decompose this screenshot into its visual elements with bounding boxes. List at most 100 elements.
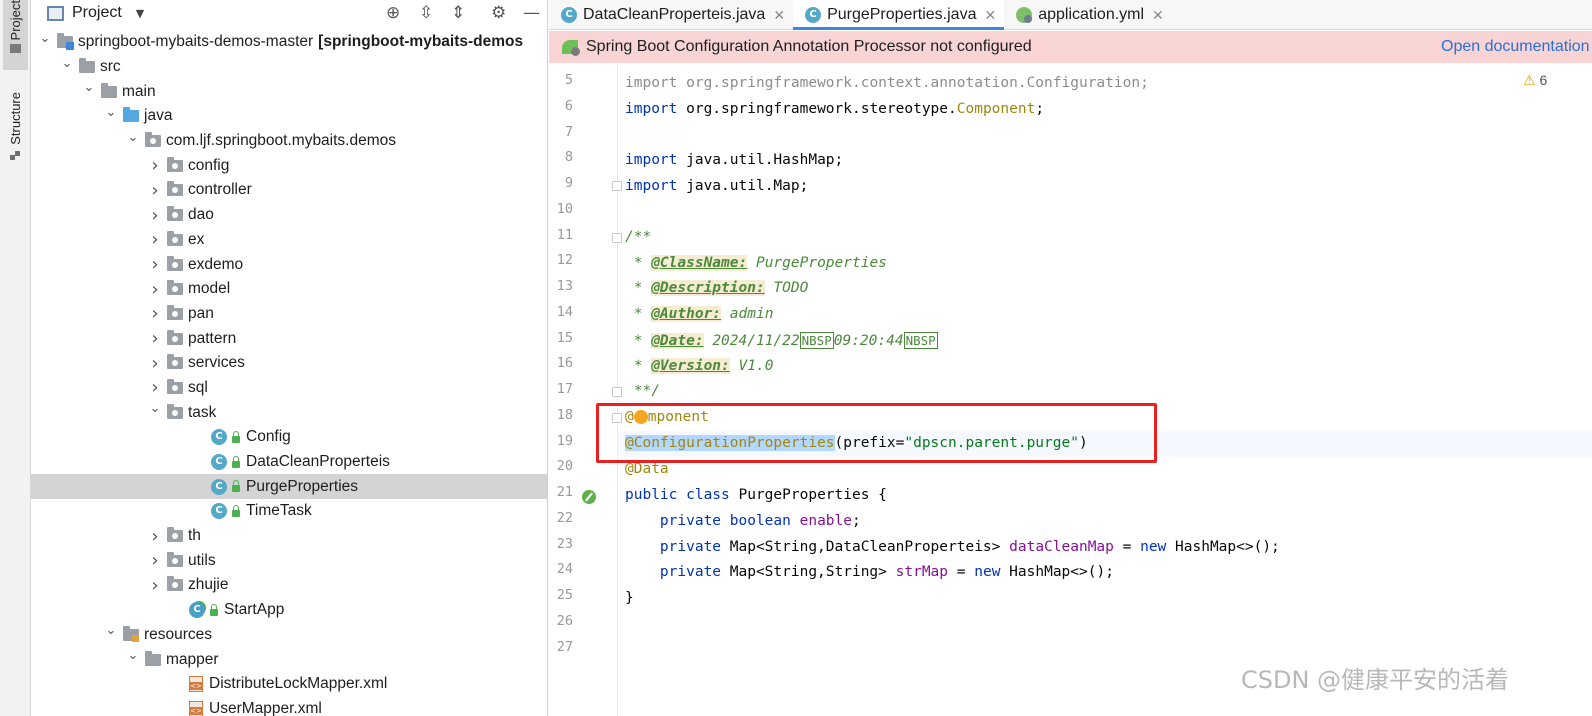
- locate-icon[interactable]: ⊕: [386, 3, 400, 23]
- project-panel-title[interactable]: Project: [72, 4, 122, 22]
- tree-item-label: mapper: [166, 650, 219, 668]
- tree-item[interactable]: › dao: [31, 203, 547, 228]
- line-number: 24: [556, 561, 573, 578]
- package-icon: [145, 132, 161, 148]
- chevron-right-icon[interactable]: ›: [147, 229, 163, 250]
- code-editor[interactable]: import org.springframework.context.annot…: [625, 63, 1585, 716]
- chevron-right-icon[interactable]: ›: [147, 377, 163, 398]
- gear-icon[interactable]: ⚙: [491, 3, 506, 23]
- chevron-right-icon[interactable]: ›: [147, 254, 163, 275]
- chevron-right-icon[interactable]: ›: [147, 155, 163, 176]
- tab-datacleanproperteis[interactable]: C DataCleanProperteis.java ✕: [549, 0, 793, 30]
- tree-item[interactable]: ⌄ resources: [31, 623, 547, 648]
- tree-item[interactable]: C PurgeProperties: [31, 474, 547, 500]
- tree-item-module-name: [springboot-mybaits-demos: [318, 33, 524, 51]
- tree-item[interactable]: › pattern: [31, 326, 547, 351]
- collapse-all-icon[interactable]: ⇕: [451, 3, 465, 23]
- fold-icon[interactable]: [612, 387, 622, 397]
- chevron-right-icon[interactable]: ›: [147, 303, 163, 324]
- chevron-right-icon[interactable]: ›: [147, 205, 163, 226]
- project-tool-tab[interactable]: Project: [3, 0, 28, 70]
- class-icon: C: [211, 429, 227, 446]
- source-folder-icon: [123, 107, 139, 123]
- close-icon[interactable]: ✕: [1152, 7, 1164, 24]
- chevron-down-icon[interactable]: ⌄: [103, 105, 119, 120]
- line-number: 5: [564, 72, 573, 88]
- warning-icon: ⚠: [1523, 72, 1536, 88]
- tab-purgeproperties[interactable]: C PurgeProperties.java ✕: [793, 0, 1005, 30]
- tree-item[interactable]: › ex: [31, 228, 547, 253]
- package-icon: [167, 255, 183, 271]
- chevron-down-icon[interactable]: ⌄: [125, 130, 141, 145]
- tab-application-yml[interactable]: application.yml ✕: [1004, 0, 1172, 30]
- chevron-right-icon[interactable]: ›: [147, 353, 163, 374]
- project-panel: Project ▼ ⊕ ⇳ ⇕ ⚙ — ⌄ springboot-mybaits-…: [31, 0, 548, 716]
- spring-bean-icon[interactable]: [582, 490, 596, 504]
- tab-label: PurgeProperties.java: [827, 6, 977, 23]
- line-number-gutter: 5 6 7 8 9 10 11 12 13 14 15 16 17 18 19 20 21 22 23 24 25 26 2…: [549, 63, 622, 716]
- tree-item[interactable]: ⌄ mapper: [31, 647, 547, 672]
- tree-item[interactable]: C Config: [31, 425, 547, 450]
- tree-item[interactable]: › services: [31, 351, 547, 376]
- package-icon: [167, 304, 183, 320]
- line-number: 20: [556, 458, 573, 475]
- xml-file-icon: [189, 676, 203, 693]
- chevron-down-icon[interactable]: ⌄: [125, 648, 141, 663]
- hide-panel-icon[interactable]: —: [523, 3, 540, 23]
- close-icon[interactable]: ✕: [984, 7, 996, 24]
- tree-item[interactable]: › controller: [31, 178, 547, 203]
- tree-item[interactable]: C DataCleanProperteis: [31, 450, 547, 475]
- tree-item[interactable]: › config: [31, 153, 547, 178]
- folder-icon: [101, 82, 117, 98]
- close-icon[interactable]: ✕: [773, 7, 785, 24]
- line-number: 6: [564, 97, 573, 114]
- fold-icon[interactable]: [612, 232, 622, 243]
- tree-item[interactable]: ⌄ java: [31, 104, 547, 129]
- class-icon: C: [211, 478, 227, 495]
- tree-item[interactable]: ⌄ com.ljf.springboot.mybaits.demos: [31, 129, 547, 154]
- line-number: 22: [556, 509, 573, 526]
- code-line-16: * @Version: V1.0: [625, 358, 774, 374]
- chevron-down-icon[interactable]: ▼: [136, 7, 144, 20]
- chevron-right-icon[interactable]: ›: [147, 328, 163, 349]
- tree-item[interactable]: C TimeTask: [31, 499, 547, 524]
- lock-icon: [232, 430, 240, 443]
- project-view-icon: [47, 5, 64, 21]
- tree-item[interactable]: ⌄ task: [31, 400, 547, 425]
- tree-item-label: controller: [188, 181, 252, 199]
- chevron-right-icon[interactable]: ›: [147, 550, 163, 571]
- chevron-down-icon[interactable]: ⌄: [59, 56, 75, 71]
- package-icon: [167, 280, 183, 296]
- tree-item[interactable]: › th: [31, 524, 547, 549]
- tree-item[interactable]: C StartApp: [31, 598, 547, 623]
- chevron-down-icon[interactable]: ⌄: [147, 401, 163, 416]
- open-documentation-link[interactable]: Open documentation: [1441, 38, 1590, 56]
- chevron-right-icon[interactable]: ›: [147, 180, 163, 201]
- tree-item[interactable]: › exdemo: [31, 252, 547, 277]
- structure-tool-tab[interactable]: Structure: [3, 92, 28, 182]
- chevron-right-icon[interactable]: ›: [147, 575, 163, 596]
- chevron-right-icon[interactable]: ›: [147, 279, 163, 300]
- chevron-down-icon[interactable]: ⌄: [37, 31, 53, 46]
- tree-item[interactable]: ⌄ springboot-mybaits-demos-master [springb…: [31, 30, 547, 55]
- tree-item[interactable]: › utils: [31, 548, 547, 573]
- chevron-down-icon[interactable]: ⌄: [103, 623, 119, 638]
- fold-icon[interactable]: [612, 181, 622, 191]
- tree-item[interactable]: ⌄ main: [31, 79, 547, 104]
- tree-item[interactable]: DistributeLockMapper.xml: [31, 672, 547, 697]
- runnable-class-icon: C: [189, 602, 205, 619]
- tree-item-label: TimeTask: [246, 502, 312, 520]
- expand-all-icon[interactable]: ⇳: [419, 3, 433, 23]
- line-number: 19: [556, 432, 573, 449]
- tree-item[interactable]: › model: [31, 277, 547, 302]
- inspection-warnings[interactable]: ⚠ 6: [1523, 72, 1547, 89]
- line-number: 17: [556, 381, 573, 397]
- tree-item[interactable]: UserMapper.xml: [31, 697, 547, 716]
- chevron-right-icon[interactable]: ›: [147, 526, 163, 547]
- tree-item[interactable]: › zhujie: [31, 573, 547, 598]
- tree-item[interactable]: › sql: [31, 376, 547, 401]
- tree-item[interactable]: › pan: [31, 302, 547, 327]
- tree-item[interactable]: ⌄ src: [31, 55, 547, 80]
- chevron-down-icon[interactable]: ⌄: [81, 80, 97, 95]
- tree-item-label: zhujie: [188, 576, 229, 594]
